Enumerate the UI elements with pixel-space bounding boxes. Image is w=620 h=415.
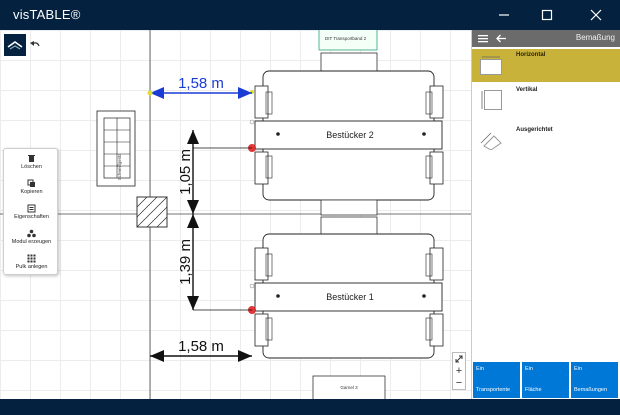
trash-icon <box>28 155 35 162</box>
dimension-upper-value: 1,05 m <box>177 149 194 195</box>
grid-icon <box>27 254 36 263</box>
module-icon <box>27 229 36 238</box>
hatched-block[interactable] <box>136 196 168 228</box>
panel-header: Bemaßung <box>472 30 620 47</box>
menu-item-properties-label: Eigenschaften <box>14 214 49 220</box>
copy-icon <box>27 179 35 187</box>
menu-item-delete[interactable]: Löschen <box>4 151 59 176</box>
maximize-icon <box>541 9 553 21</box>
panel-title: Bemaßung <box>575 33 615 42</box>
tile-dimensions-line1: Ein <box>574 366 582 372</box>
dimension-top-value: 1,58 m <box>178 75 224 92</box>
expand-icon <box>455 355 463 363</box>
aligned-dimension-icon <box>480 132 502 150</box>
dimension-bottom-value: 1,58 m <box>178 338 224 355</box>
dimension-upper-vertical[interactable] <box>187 130 252 214</box>
menu-item-delete-label: Löschen <box>21 164 42 170</box>
zoom-control: + − <box>452 352 466 390</box>
conveyor-top-label: DIT Transportband 2 <box>325 36 367 41</box>
bottom-bar <box>0 399 620 415</box>
option-vertical-label: Vertikal <box>516 87 538 93</box>
menu-item-create-module-label: Modul erzeugen <box>11 239 52 245</box>
left-rack-label: Schweißgerät <box>117 154 122 180</box>
tile-transport-line1: Ein <box>476 366 484 372</box>
minimize-button[interactable] <box>481 0 527 30</box>
arrow-left-icon <box>496 34 506 43</box>
window-title: visTABLE® <box>13 7 81 22</box>
close-button[interactable] <box>573 0 619 30</box>
menu-item-create-group[interactable]: Pulk anlegen <box>4 251 59 276</box>
tile-area[interactable]: Ein Fläche <box>522 362 569 398</box>
connector-middle-lower <box>320 216 378 235</box>
connector-top <box>320 52 378 73</box>
zoom-out-button[interactable]: − <box>453 377 465 389</box>
option-horizontal-label: Horizontal <box>516 52 546 58</box>
tile-area-line2: Fläche <box>525 387 542 393</box>
menu-item-copy[interactable]: Kopieren <box>4 176 59 201</box>
tile-dimensions-line2: Bemaßungen <box>574 387 608 393</box>
connector-middle-upper <box>320 199 378 216</box>
app-logo-button[interactable] <box>4 34 26 56</box>
option-vertical[interactable]: Vertikal <box>472 84 620 117</box>
zoom-in-button[interactable]: + <box>453 365 465 377</box>
menu-item-copy-label: Kopieren <box>20 189 43 195</box>
properties-icon <box>27 204 36 213</box>
drawing-canvas[interactable]: DIT Transportband 2 Bestücker 2 Bestücke… <box>0 30 471 399</box>
title-bar: visTABLE® <box>0 0 620 30</box>
undo-icon <box>30 41 40 47</box>
tile-transport-line2: Transportente <box>476 387 511 393</box>
option-horizontal[interactable]: Horizontal <box>472 49 620 82</box>
minimize-icon <box>499 14 509 16</box>
panel-menu-button[interactable] <box>474 30 492 47</box>
vertical-dimension-icon <box>481 90 502 110</box>
menu-item-create-group-label: Pulk anlegen <box>15 264 48 270</box>
vistable-logo-icon <box>7 41 23 50</box>
zoom-expand-button[interactable] <box>453 353 465 365</box>
panel-back-button[interactable] <box>492 30 510 47</box>
dimension-lower-vertical[interactable] <box>187 214 252 311</box>
option-aligned-label: Ausgerichtet <box>516 127 553 133</box>
menu-item-properties[interactable]: Eigenschaften <box>4 201 59 226</box>
horizontal-dimension-icon <box>480 56 502 75</box>
tile-dimensions[interactable]: Ein Bemaßungen <box>571 362 618 398</box>
undo-button[interactable] <box>24 34 46 56</box>
dimension-lower-value: 1,39 m <box>177 239 194 285</box>
option-aligned[interactable]: Ausgerichtet <box>472 124 620 157</box>
menu-item-create-module[interactable]: Modul erzeugen <box>4 226 59 251</box>
station-1-label: Bestücker 1 <box>326 292 374 302</box>
left-rack[interactable] <box>96 110 136 187</box>
tile-area-line1: Ein <box>525 366 533 372</box>
context-menu: Löschen Kopieren Eigenschaften Modul erz… <box>3 148 58 275</box>
maximize-button[interactable] <box>524 0 570 30</box>
dimension-panel: Bemaßung Horizontal Vertikal Ausgerichte… <box>471 30 620 399</box>
hamburger-icon <box>478 35 488 43</box>
tile-transport[interactable]: Ein Transportente <box>473 362 520 398</box>
action-tiles: Ein Transportente Ein Fläche Ein Bemaßun… <box>473 362 619 398</box>
bottom-object-label: Garnel 3 <box>340 385 358 390</box>
app-window: visTABLE® DIT Transportband 2 Bestücker … <box>0 0 620 415</box>
close-icon <box>590 9 602 21</box>
station-2-label: Bestücker 2 <box>326 130 374 140</box>
layout-plan: DIT Transportband 2 Bestücker 2 Bestücke… <box>0 30 471 399</box>
